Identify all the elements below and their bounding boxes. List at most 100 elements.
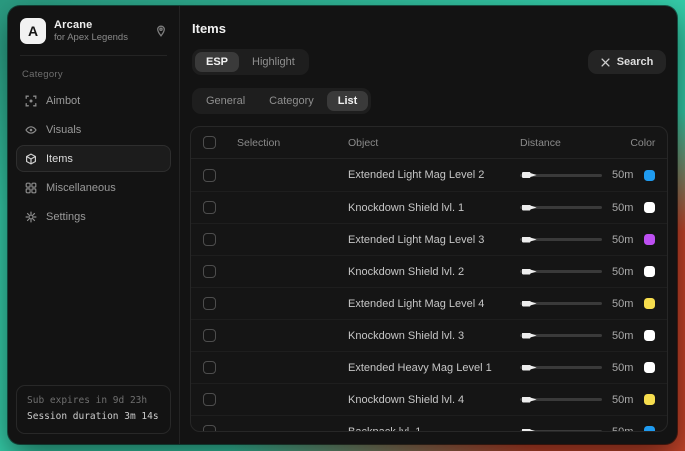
object-name: Extended Light Mag Level 2 [348,169,520,181]
tab-general[interactable]: General [195,91,256,111]
app-subtitle: for Apex Legends [54,32,128,43]
row-checkbox[interactable] [203,169,216,182]
table-row: Extended Light Mag Level 4 50m [191,287,667,319]
object-name: Extended Light Mag Level 3 [348,234,520,246]
mode-tab-esp[interactable]: ESP [195,52,239,72]
object-name: Backpack lvl. 1 [348,426,520,433]
sidebar-item-label: Visuals [46,124,81,136]
color-swatch[interactable] [644,426,655,432]
row-checkbox[interactable] [203,265,216,278]
session-duration-text: Session duration 3m 14s [27,409,160,425]
sidebar-item-visuals[interactable]: Visuals [16,116,171,143]
color-swatch[interactable] [644,298,655,309]
view-tabs: GeneralCategoryList [192,88,371,114]
object-name: Knockdown Shield lvl. 3 [348,330,520,342]
table-row: Knockdown Shield lvl. 3 50m [191,319,667,351]
pin-icon[interactable] [155,25,167,37]
distance-slider[interactable] [520,395,602,405]
column-header-distance: Distance [520,137,612,149]
color-swatch[interactable] [644,394,655,405]
sidebar-item-label: Aimbot [46,95,80,107]
category-label: Category [22,69,165,80]
distance-slider[interactable] [520,427,602,433]
tabs-row: GeneralCategoryList [192,88,666,114]
desktop-background: A Arcane for Apex Legends Category Aimbo… [0,0,685,451]
gear-icon [25,211,37,223]
color-swatch[interactable] [644,362,655,373]
table-row: Knockdown Shield lvl. 2 50m [191,255,667,287]
color-swatch[interactable] [644,234,655,245]
distance-value: 50m [612,169,633,181]
distance-value: 50m [612,202,633,214]
sidebar-item-miscellaneous[interactable]: Miscellaneous [16,174,171,201]
distance-slider[interactable] [520,363,602,373]
search-button-label: Search [617,56,654,68]
x-icon [601,58,610,67]
tab-list[interactable]: List [327,91,369,111]
app-window: A Arcane for Apex Legends Category Aimbo… [8,6,677,444]
row-checkbox[interactable] [203,361,216,374]
row-checkbox[interactable] [203,329,216,342]
table-row: Knockdown Shield lvl. 150m [191,191,667,223]
select-all-checkbox[interactable] [203,136,216,149]
main-panel: Items ESPHighlight Search GeneralCategor… [180,6,677,444]
distance-value: 50m [612,266,633,278]
distance-value: 50m [612,362,633,374]
sidebar-item-label: Miscellaneous [46,182,116,194]
column-header-color: Color [612,137,655,149]
tab-category[interactable]: Category [258,91,325,111]
distance-slider[interactable] [520,235,602,245]
column-header-selection: Selection [237,137,348,149]
sub-expiry-text: Sub expires in 9d 23h [27,393,160,409]
row-checkbox[interactable] [203,393,216,406]
object-name: Knockdown Shield lvl. 4 [348,394,520,406]
column-header-object: Object [348,137,520,149]
distance-slider[interactable] [520,203,602,213]
table-body: Extended Light Mag Level 250mKnockdown S… [191,159,667,432]
items-table: Selection Object Distance Color Extended… [190,126,668,432]
grid-icon [25,182,37,194]
row-checkbox[interactable] [203,425,216,432]
sidebar-item-label: Settings [46,211,86,223]
app-meta: Arcane for Apex Legends [54,19,128,43]
row-checkbox[interactable] [203,233,216,246]
color-swatch[interactable] [644,202,655,213]
distance-value: 50m [612,394,633,406]
session-info-box: Sub expires in 9d 23h Session duration 3… [16,385,171,434]
object-name: Knockdown Shield lvl. 2 [348,266,520,278]
distance-slider[interactable] [520,170,602,180]
distance-value: 50m [612,234,633,246]
app-header: A Arcane for Apex Legends [20,18,167,56]
distance-slider[interactable] [520,267,602,277]
sidebar-nav: Aimbot Visuals Items Miscellaneous Settings [8,87,179,230]
app-name: Arcane [54,19,128,31]
mode-toggle: ESPHighlight [192,49,309,75]
distance-value: 50m [612,330,633,342]
color-swatch[interactable] [644,330,655,341]
table-row: Extended Light Mag Level 3 50m [191,223,667,255]
mode-tab-highlight[interactable]: Highlight [241,52,306,72]
sidebar-item-aimbot[interactable]: Aimbot [16,87,171,114]
app-logo: A [20,18,46,44]
object-name: Extended Light Mag Level 4 [348,298,520,310]
distance-value: 50m [612,426,633,433]
row-checkbox[interactable] [203,297,216,310]
color-swatch[interactable] [644,170,655,181]
sidebar-item-label: Items [46,153,73,165]
distance-slider[interactable] [520,331,602,341]
object-name: Extended Heavy Mag Level 1 [348,362,520,374]
table-row: Extended Light Mag Level 2 50m [191,159,667,191]
page-title: Items [192,21,668,36]
color-swatch[interactable] [644,266,655,277]
table-row: Backpack lvl. 1 50m [191,415,667,432]
distance-value: 50m [612,298,633,310]
distance-slider[interactable] [520,299,602,309]
table-row: Knockdown Shield lvl. 4 50m [191,383,667,415]
controls-row: ESPHighlight Search [192,49,666,75]
table-row: Extended Heavy Mag Level 1 50m [191,351,667,383]
slider-thumb[interactable] [522,172,537,178]
row-checkbox[interactable] [203,201,216,214]
sidebar-item-items[interactable]: Items [16,145,171,172]
sidebar-item-settings[interactable]: Settings [16,203,171,230]
search-button[interactable]: Search [588,50,667,74]
